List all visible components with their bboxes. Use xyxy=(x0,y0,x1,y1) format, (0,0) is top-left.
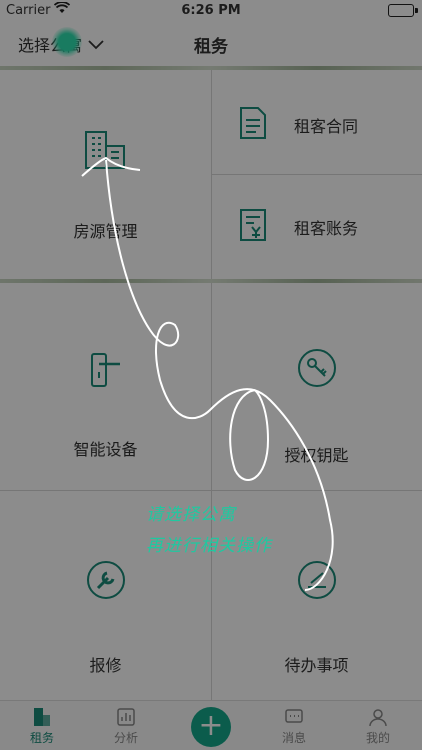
building-icon xyxy=(12,707,72,727)
add-button[interactable]: + xyxy=(191,707,231,747)
nav-bar: 选择公寓 租务 xyxy=(0,22,422,66)
message-icon xyxy=(264,707,324,727)
battery-tip xyxy=(415,8,418,13)
grid-item-label: 租客合同 xyxy=(294,117,359,136)
tab-label: 分析 xyxy=(113,731,138,745)
page-title: 租务 xyxy=(194,37,228,57)
todo-icon xyxy=(297,560,337,604)
tab-message[interactable]: 消息 xyxy=(264,707,324,746)
banner-strip-middle xyxy=(0,279,422,283)
key-icon xyxy=(297,348,337,392)
document-icon xyxy=(238,106,268,144)
grid-item-contract[interactable]: 租客合同 xyxy=(238,106,358,144)
chart-icon xyxy=(96,707,156,727)
grid-item-label: 待办事项 xyxy=(284,656,349,675)
grid-item-label: 房源管理 xyxy=(73,222,138,241)
bill-icon xyxy=(238,208,268,246)
divider xyxy=(211,174,422,175)
tab-bar: 租务 分析 + 消息 我的 xyxy=(0,700,422,750)
tab-analysis[interactable]: 分析 xyxy=(96,707,156,746)
grid-item-house[interactable]: 房源管理 xyxy=(0,130,211,242)
grid-item-device[interactable]: 智能设备 xyxy=(0,352,211,460)
grid-item-label: 授权钥匙 xyxy=(284,446,349,465)
guide-text-line1: 请选择公寓 xyxy=(146,505,236,525)
grid-item-label: 智能设备 xyxy=(73,440,138,459)
clock: 6:26 PM xyxy=(181,3,241,18)
tab-mine[interactable]: 我的 xyxy=(348,707,408,746)
grid-item-account[interactable]: 租客账务 xyxy=(238,208,358,246)
user-icon xyxy=(348,707,408,727)
wrench-icon xyxy=(86,560,126,604)
grid-item-repair[interactable]: 报修 xyxy=(0,560,211,676)
building-icon xyxy=(84,130,128,174)
function-grid: 房源管理 租客合同 租客账务 智能设备 授权钥匙 报修 待办事项 xyxy=(0,70,422,700)
tab-rent[interactable]: 租务 xyxy=(12,707,72,746)
grid-item-label: 租客账务 xyxy=(294,219,359,238)
guide-text-line2: 再进行相关操作 xyxy=(146,536,272,556)
tab-label: 我的 xyxy=(365,731,390,745)
grid-item-todo[interactable]: 待办事项 xyxy=(211,560,422,676)
battery-icon xyxy=(388,4,414,17)
tab-label: 消息 xyxy=(281,731,306,745)
grid-item-label: 报修 xyxy=(89,656,122,675)
divider xyxy=(0,490,422,491)
grid-item-key[interactable]: 授权钥匙 xyxy=(211,348,422,466)
tab-label: 租务 xyxy=(29,731,54,745)
status-bar: Carrier 6:26 PM xyxy=(0,0,422,22)
door-lock-icon xyxy=(89,352,123,392)
